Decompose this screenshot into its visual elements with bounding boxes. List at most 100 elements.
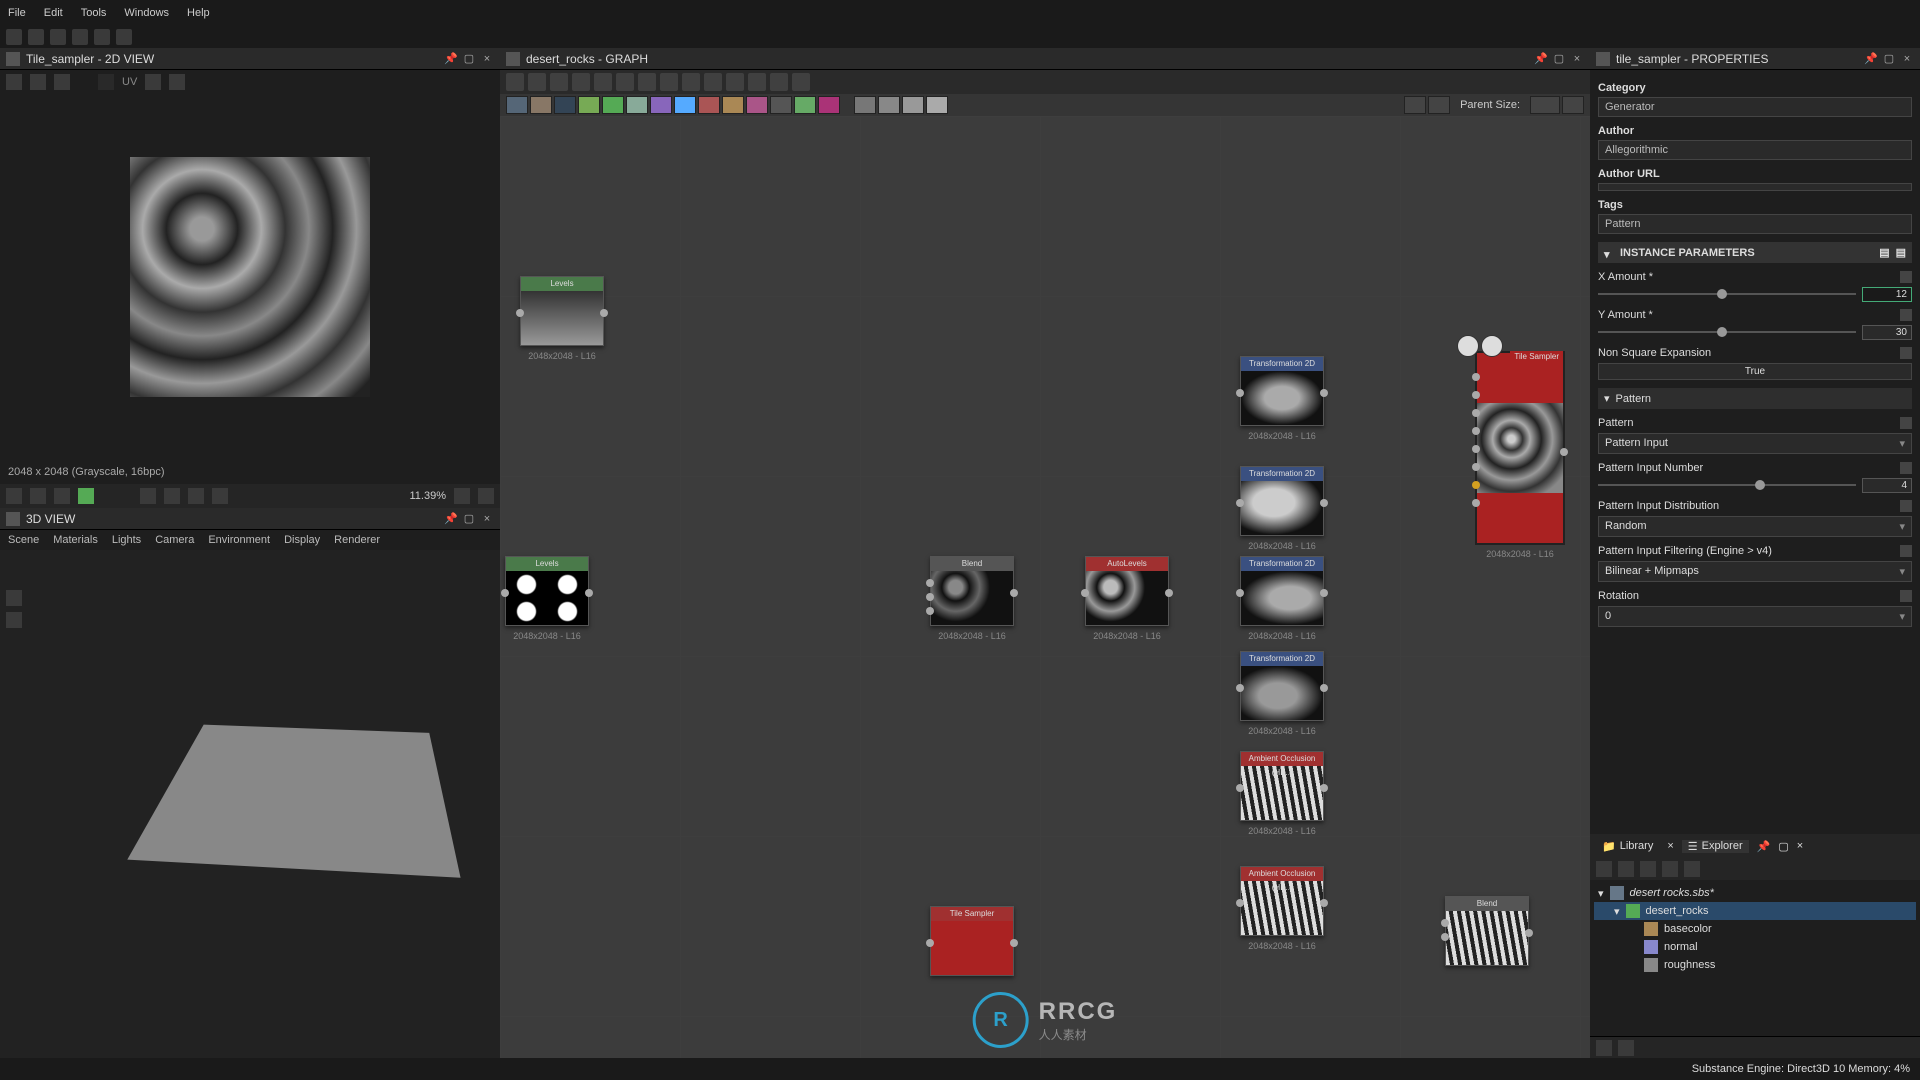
- output-port[interactable]: [1320, 899, 1328, 907]
- atomic-node-icon[interactable]: [506, 96, 528, 114]
- input-port[interactable]: [1236, 589, 1244, 597]
- y-amount-slider[interactable]: 30: [1598, 325, 1912, 339]
- color-icon[interactable]: [78, 488, 94, 504]
- param-options-icon[interactable]: [1900, 590, 1912, 602]
- input-port[interactable]: [1472, 463, 1480, 471]
- output-port[interactable]: [1320, 389, 1328, 397]
- param-options-icon[interactable]: [1900, 417, 1912, 429]
- input-port[interactable]: [926, 579, 934, 587]
- category-value[interactable]: Generator: [1598, 97, 1912, 117]
- info-icon[interactable]: [145, 74, 161, 90]
- y-amount-value[interactable]: 30: [1862, 325, 1912, 340]
- input-port[interactable]: [1472, 373, 1480, 381]
- refresh-icon[interactable]: [1618, 861, 1634, 877]
- param-options-icon[interactable]: [1900, 500, 1912, 512]
- node-transform2d-2[interactable]: Transformation 2D 2048x2048 - L16: [1240, 466, 1324, 536]
- add-icon[interactable]: [1684, 861, 1700, 877]
- grid-icon[interactable]: [792, 73, 810, 91]
- output-port[interactable]: [1320, 589, 1328, 597]
- close-icon[interactable]: ×: [1900, 52, 1914, 66]
- material-node-icon[interactable]: [854, 96, 876, 114]
- menu-materials[interactable]: Materials: [53, 534, 98, 546]
- color-node-icon[interactable]: [530, 96, 552, 114]
- pattern-num-value[interactable]: 4: [1862, 478, 1912, 493]
- input-port[interactable]: [1441, 919, 1449, 927]
- input-port[interactable]: [1472, 499, 1480, 507]
- output-port[interactable]: [1320, 499, 1328, 507]
- param-options-icon[interactable]: [1900, 271, 1912, 283]
- node-blend-2[interactable]: Blend: [1445, 896, 1529, 966]
- input-port[interactable]: [516, 309, 524, 317]
- node-transform2d-1[interactable]: Transformation 2D 2048x2048 - L16: [1240, 356, 1324, 426]
- warp-node-icon[interactable]: [722, 96, 744, 114]
- maximize-icon[interactable]: ▢: [462, 512, 476, 526]
- node-ao-1[interactable]: Ambient Occlusion (HB... 2048x2048 - L16: [1240, 751, 1324, 821]
- nav-icon[interactable]: [1596, 1040, 1612, 1056]
- timing-icon[interactable]: [1404, 96, 1426, 114]
- svg-node-icon[interactable]: [794, 96, 816, 114]
- save-icon[interactable]: [1596, 861, 1612, 877]
- menu-environment[interactable]: Environment: [208, 534, 270, 546]
- maximize-icon[interactable]: ▢: [1552, 52, 1566, 66]
- pin-tab-icon[interactable]: 📌: [1757, 840, 1771, 853]
- node-autolevels[interactable]: AutoLevels 2048x2048 - L16: [1085, 556, 1169, 626]
- alpha-icon[interactable]: [30, 488, 46, 504]
- node-transform2d-3[interactable]: Transformation 2D 2048x2048 - L16: [1240, 556, 1324, 626]
- hsl-node-icon[interactable]: [650, 96, 672, 114]
- link-icon[interactable]: [572, 73, 590, 91]
- zoom-reset-icon[interactable]: [454, 488, 470, 504]
- input-port[interactable]: [1236, 784, 1244, 792]
- input-port[interactable]: [1236, 899, 1244, 907]
- search-icon[interactable]: [594, 73, 612, 91]
- pin-icon[interactable]: 📌: [1534, 52, 1548, 66]
- nonsquare-value[interactable]: True: [1598, 363, 1912, 380]
- snap-icon[interactable]: [704, 73, 722, 91]
- close-icon[interactable]: ×: [480, 52, 494, 66]
- node-tilesampler-main[interactable]: Tile Sampler 2048x2048 - L16: [1475, 351, 1565, 545]
- redo-icon[interactable]: [116, 29, 132, 45]
- input-port[interactable]: [1472, 391, 1480, 399]
- author-value[interactable]: Allegorithmic: [1598, 140, 1912, 160]
- tags-value[interactable]: Pattern: [1598, 214, 1912, 234]
- options-icon[interactable]: ▤: [1879, 246, 1889, 259]
- save-view-icon[interactable]: [6, 74, 22, 90]
- refresh-icon[interactable]: [28, 29, 44, 45]
- light-icon[interactable]: [6, 612, 22, 628]
- input-port[interactable]: [1236, 499, 1244, 507]
- preview-2d[interactable]: [0, 94, 500, 460]
- gradient-node-icon[interactable]: [602, 96, 624, 114]
- menu-tools[interactable]: Tools: [81, 7, 107, 19]
- input-port[interactable]: [1472, 427, 1480, 435]
- refresh-icon[interactable]: [726, 73, 744, 91]
- input-port[interactable]: [1236, 389, 1244, 397]
- pattern-num-slider[interactable]: 4: [1598, 478, 1912, 492]
- authorurl-value[interactable]: [1598, 183, 1912, 191]
- tab-explorer[interactable]: ☰Explorer: [1682, 840, 1749, 853]
- close-tab-icon[interactable]: ×: [1797, 840, 1803, 852]
- histogram-icon[interactable]: [169, 74, 185, 90]
- rotation-dropdown[interactable]: 0▾: [1598, 606, 1912, 627]
- frame-icon[interactable]: [506, 73, 524, 91]
- link-icon[interactable]: [1662, 861, 1678, 877]
- graph-canvas[interactable]: Levels 2048x2048 - L16 Levels 2048x2048 …: [500, 116, 1590, 1058]
- align-v-icon[interactable]: [660, 73, 678, 91]
- pattern-dropdown[interactable]: Pattern Input▾: [1598, 433, 1912, 454]
- output-port[interactable]: [1010, 589, 1018, 597]
- view2d-badge-icon[interactable]: [1457, 335, 1479, 357]
- grid-icon[interactable]: [140, 488, 156, 504]
- param-options-icon[interactable]: [1900, 462, 1912, 474]
- save-icon[interactable]: [72, 29, 88, 45]
- blend-node-icon[interactable]: [878, 96, 900, 114]
- tree-item-output[interactable]: basecolor: [1594, 920, 1916, 938]
- node-levels-2[interactable]: Levels 2048x2048 - L16: [505, 556, 589, 626]
- camera-icon[interactable]: [6, 590, 22, 606]
- param-options-icon[interactable]: [1900, 309, 1912, 321]
- input-port[interactable]: [926, 939, 934, 947]
- menu-scene[interactable]: Scene: [8, 534, 39, 546]
- open-icon[interactable]: [50, 29, 66, 45]
- fx-node-icon[interactable]: [818, 96, 840, 114]
- output-port[interactable]: [1560, 448, 1568, 456]
- param-options-icon[interactable]: [1900, 347, 1912, 359]
- center-icon[interactable]: [188, 488, 204, 504]
- input-port[interactable]: [501, 589, 509, 597]
